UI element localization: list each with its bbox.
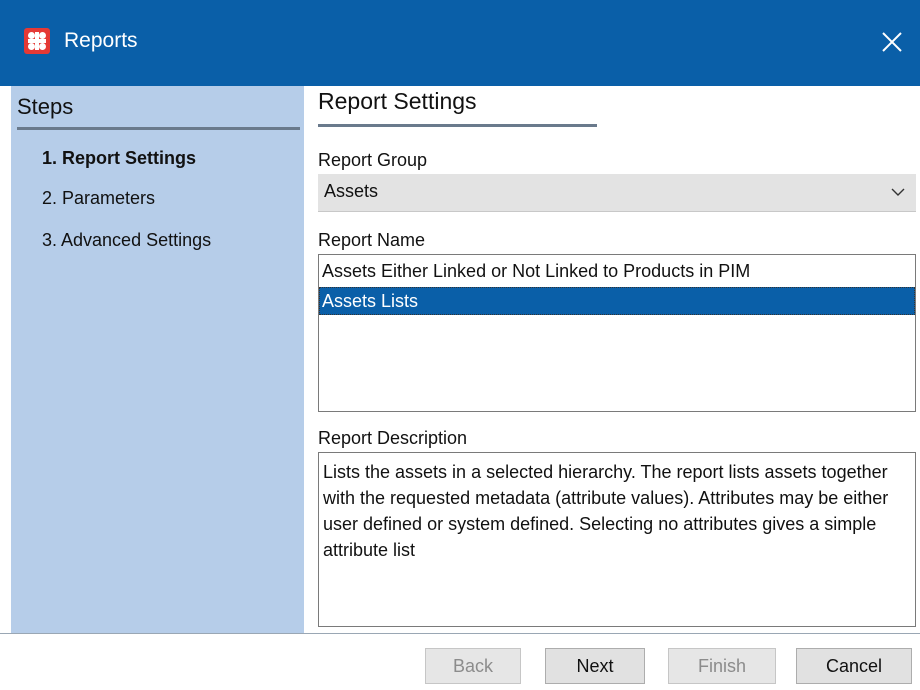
step-parameters[interactable]: 2. Parameters [42,188,155,209]
report-name-label: Report Name [318,230,426,250]
footer-divider [0,633,920,634]
window-title: Reports [64,29,138,52]
report-group-value: Assets [324,181,379,201]
cancel-button[interactable]: Cancel [796,648,912,684]
report-name-item-assets-lists[interactable]: Assets Lists [319,287,915,315]
step-advanced-settings[interactable]: 3. Advanced Settings [42,230,211,251]
report-name-item-linked[interactable]: Assets Either Linked or Not Linked to Pr… [319,257,915,285]
steps-divider [17,127,300,130]
close-button[interactable] [872,22,912,62]
report-group-label: Report Group [318,150,428,170]
back-button[interactable]: Back [425,648,521,684]
steps-panel: Steps 1. Report Settings 2. Parameters 3… [11,86,304,633]
report-description-label: Report Description [318,428,468,448]
step-report-settings[interactable]: 1. Report Settings [42,148,196,169]
content-heading: Report Settings [318,88,477,114]
chevron-down-icon [891,188,905,196]
title-bar: Reports [0,0,920,86]
report-description-text: Lists the assets in a selected hierarchy… [318,452,916,627]
close-icon [882,32,902,52]
next-button[interactable]: Next [545,648,645,684]
report-group-select[interactable]: Assets [318,174,916,212]
finish-button[interactable]: Finish [668,648,776,684]
app-icon [24,28,50,54]
steps-heading: Steps [17,94,74,119]
report-name-list[interactable]: Assets Either Linked or Not Linked to Pr… [318,254,916,412]
content-divider [318,124,597,127]
